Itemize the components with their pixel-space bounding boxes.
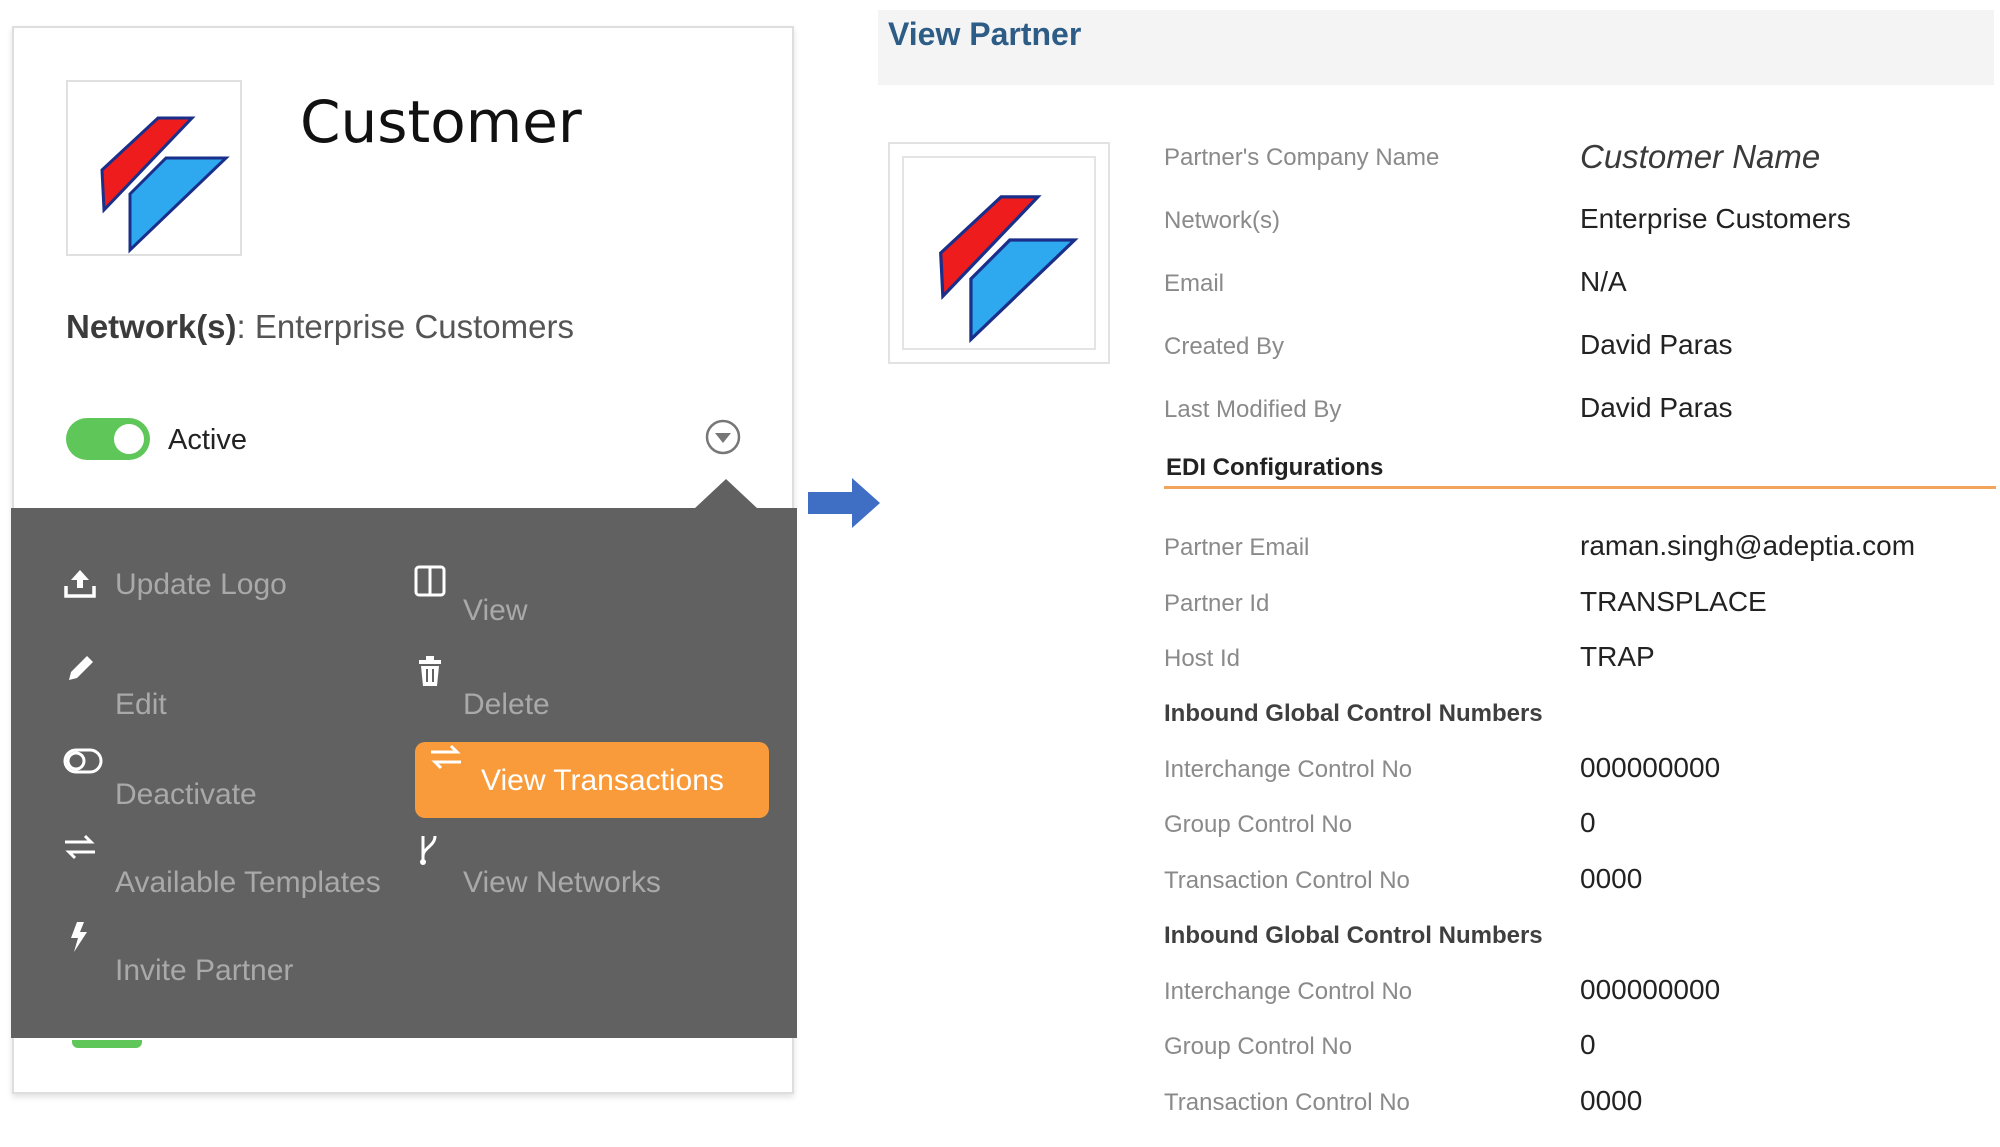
chevron-down-circle-icon[interactable] [704, 418, 742, 456]
edi-value: TRAP [1580, 641, 1655, 672]
detail-value: David Paras [1580, 329, 1733, 360]
detail-value: David Paras [1580, 392, 1733, 423]
control-value: 0 [1580, 807, 1596, 838]
control-label: Transaction Control No [1164, 1089, 1410, 1116]
pencil-icon [69, 656, 93, 680]
control-value: 0000 [1580, 1085, 1643, 1116]
edi-section-heading: EDI Configurations [1166, 454, 1384, 481]
company-logo-icon [939, 195, 1079, 344]
trash-icon [419, 656, 441, 686]
edi-label: Partner Email [1164, 534, 1310, 561]
menu-item-view-transactions[interactable]: View Transactions [415, 742, 769, 818]
control-value: 0 [1580, 1029, 1596, 1060]
menu-item-invite-partner[interactable]: Invite Partner [63, 920, 323, 1000]
network-value: Enterprise Customers [254, 308, 574, 345]
detail-value: Customer Name [1580, 138, 1821, 175]
control-value: 000000000 [1580, 974, 1721, 1005]
control-label: Interchange Control No [1164, 978, 1413, 1005]
edi-value: TRANSPLACE [1580, 586, 1767, 617]
menu-label-deactivate: Deactivate [115, 778, 257, 811]
menu-label-view-networks: View Networks [463, 866, 661, 899]
detail-label: Created By [1164, 333, 1285, 360]
network-label: Network(s) [66, 308, 237, 345]
actions-menu: Update Logo View Edit Delete Deactivate … [11, 508, 797, 1038]
edi-value: raman.singh@adeptia.com [1580, 530, 1916, 561]
transfer-icon [431, 744, 461, 770]
company-logo-icon [100, 116, 230, 254]
toggle-peek [72, 1040, 142, 1048]
menu-label-view-transactions: View Transactions [481, 764, 724, 797]
detail-label: Email [1164, 270, 1225, 297]
edi-label: Partner Id [1164, 590, 1270, 617]
upload-icon [64, 570, 96, 598]
card-title: Customer [300, 88, 582, 156]
control-value: 000000000 [1580, 752, 1721, 783]
section-divider [1164, 486, 1996, 489]
toggle-icon [63, 748, 103, 774]
partner-card: Customer Network(s): Enterprise Customer… [11, 26, 797, 1094]
detail-value: Enterprise Customers [1580, 203, 1851, 234]
inbound-heading: Inbound Global Control Numbers [1164, 700, 1543, 727]
control-label: Group Control No [1164, 811, 1353, 838]
network-line: Network(s): Enterprise Customers [66, 308, 574, 345]
menu-item-edit[interactable]: Edit [63, 652, 263, 732]
detail-label: Network(s) [1164, 207, 1281, 234]
page-title: View Partner [888, 16, 1082, 52]
menu-item-view-networks[interactable]: View Networks [413, 832, 713, 912]
menu-label-edit: Edit [115, 688, 167, 721]
menu-item-view[interactable]: View [413, 564, 573, 644]
menu-item-deactivate[interactable]: Deactivate [63, 744, 303, 824]
arrow-right-icon [808, 478, 880, 528]
control-value: 0000 [1580, 863, 1643, 894]
menu-item-delete[interactable]: Delete [413, 654, 613, 734]
menu-notch [694, 479, 758, 509]
menu-item-update-logo[interactable]: Update Logo [63, 566, 323, 616]
detail-label: Partner's Company Name [1164, 144, 1440, 171]
inbound-heading: Inbound Global Control Numbers [1164, 922, 1543, 949]
detail-value: N/A [1580, 266, 1627, 297]
active-toggle[interactable] [66, 418, 150, 460]
columns-icon [414, 565, 446, 597]
control-label: Interchange Control No [1164, 756, 1413, 783]
menu-label-update-logo: Update Logo [115, 568, 287, 601]
bolt-icon [71, 922, 87, 952]
control-label: Transaction Control No [1164, 867, 1410, 894]
detail-label: Last Modified By [1164, 396, 1342, 423]
menu-label-invite-partner: Invite Partner [115, 954, 294, 987]
view-partner-header: View Partner [878, 10, 1994, 85]
partner-logo-large [888, 142, 1110, 364]
menu-label-view: View [463, 594, 528, 627]
menu-label-available-templates: Available Templates [115, 866, 381, 899]
edi-label: Host Id [1164, 645, 1241, 672]
status-label: Active [168, 424, 247, 456]
menu-label-delete: Delete [463, 688, 550, 721]
menu-item-available-templates[interactable]: Available Templates [63, 832, 403, 912]
transfer-icon [65, 834, 95, 860]
control-label: Group Control No [1164, 1033, 1353, 1060]
partner-logo [66, 80, 242, 256]
branch-icon [420, 835, 437, 865]
